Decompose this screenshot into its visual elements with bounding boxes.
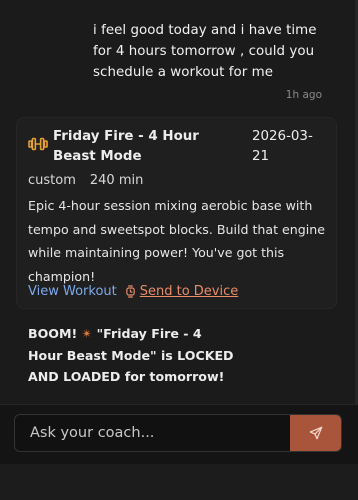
send-to-device-link[interactable]: Send to Device: [125, 283, 239, 299]
workout-date: 2026-03-21: [252, 129, 313, 164]
assistant-message: BOOM! ✴ "Friday Fire - 4 Hour Beast Mode…: [28, 323, 238, 388]
chat-messages[interactable]: i feel good today and i have time for 4 …: [0, 0, 358, 404]
send-button[interactable]: [290, 415, 341, 451]
workout-actions: View Workout Send to Device: [28, 282, 238, 300]
workout-meta: custom 240 min: [28, 172, 143, 190]
composer: [14, 414, 342, 452]
paper-plane-icon: [309, 426, 322, 440]
chat-screen: i feel good today and i have time for 4 …: [0, 0, 358, 500]
spark-icon: ✴: [81, 326, 93, 341]
view-workout-link[interactable]: View Workout: [28, 284, 117, 299]
workout-description: Epic 4-hour session mixing aerobic base …: [28, 198, 325, 284]
workout-duration: 240 min: [89, 173, 144, 188]
user-message: i feel good today and i have time for 4 …: [93, 23, 317, 80]
bottom-area: [0, 464, 358, 500]
message-timestamp: 1h ago: [285, 89, 322, 101]
ask-coach-input[interactable]: [30, 415, 285, 451]
workout-type: custom: [28, 173, 76, 188]
dumbbell-icon: [28, 137, 48, 151]
send-to-device-label: Send to Device: [139, 283, 239, 299]
watch-icon: [125, 284, 135, 298]
workout-title: Friday Fire - 4 Hour Beast Mode: [53, 129, 199, 164]
assistant-message-prefix: BOOM!: [28, 326, 82, 341]
